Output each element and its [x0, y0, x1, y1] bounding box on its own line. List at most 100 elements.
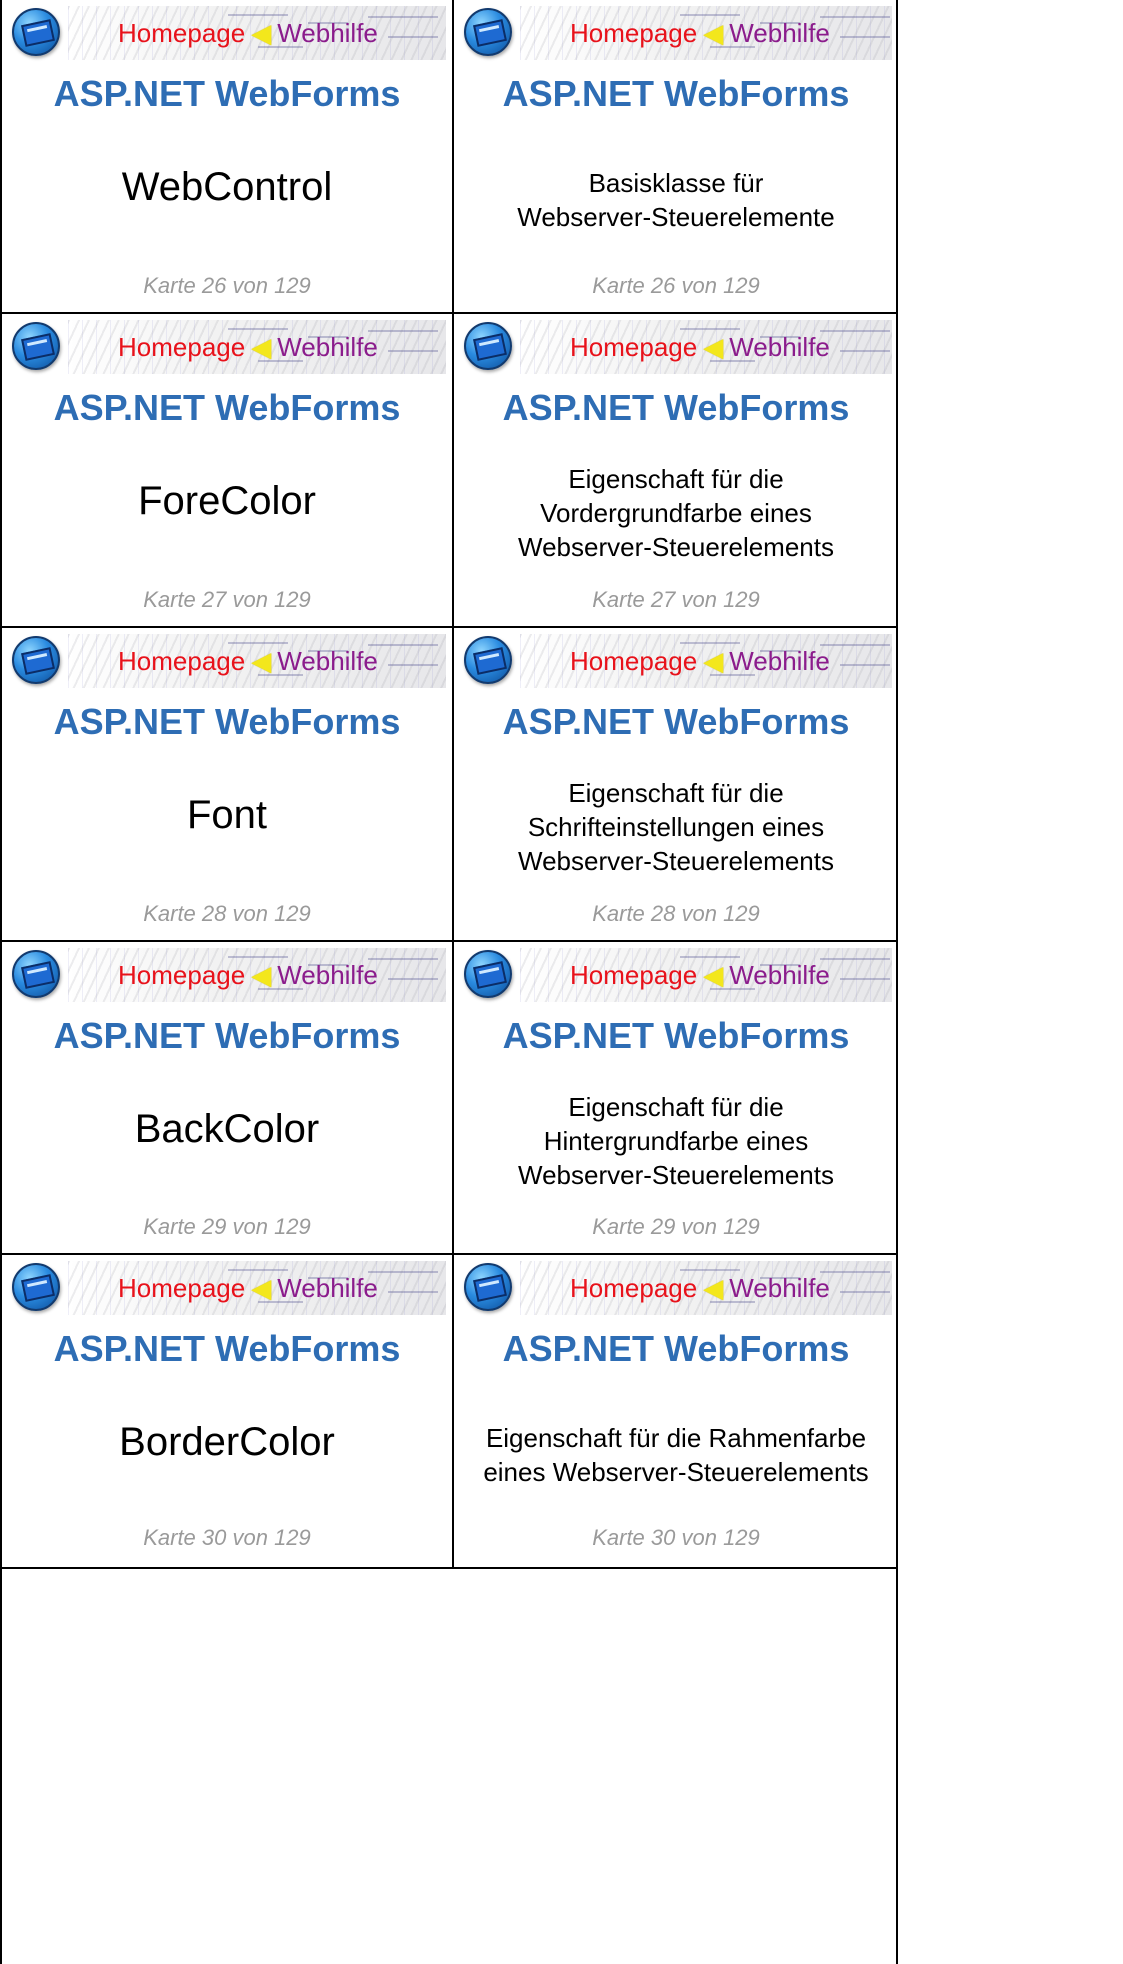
card-term: WebControl: [121, 165, 333, 209]
definition-line: Vordergrundfarbe eines: [540, 498, 812, 528]
yellow-arrow-icon: ◀: [251, 1273, 272, 1303]
card-heading: ASP.NET WebForms: [53, 387, 401, 428]
brand-name: Homepage ◀ Webhilfe: [118, 646, 378, 677]
definition-line: eines Webserver-Steuerelements: [483, 1457, 869, 1487]
brand-webhilfe: Webhilfe: [277, 646, 378, 676]
card-term: ForeColor: [138, 479, 316, 523]
yellow-arrow-icon: ◀: [703, 18, 724, 48]
homepage-webhilfe-logo-icon: [464, 950, 512, 998]
brand-name: Homepage ◀ Webhilfe: [570, 960, 830, 991]
brand-webhilfe: Webhilfe: [729, 1273, 830, 1303]
site-banner: Homepage ◀ Webhilfe: [460, 1259, 892, 1321]
site-banner: Homepage ◀ Webhilfe: [8, 318, 446, 380]
card-heading: ASP.NET WebForms: [502, 701, 850, 742]
definition-line: Hintergrundfarbe eines: [543, 1126, 809, 1156]
yellow-arrow-icon: ◀: [251, 18, 272, 48]
definition-line: Basisklasse für: [588, 168, 764, 198]
brand-webhilfe: Webhilfe: [729, 332, 830, 362]
brand-homepage: Homepage: [118, 1273, 246, 1303]
site-banner: Homepage ◀ Webhilfe: [460, 632, 892, 694]
flashcard-front: Homepage ◀ Webhilfe ASP.NET WebForms WebCo…: [2, 0, 454, 314]
card-counter: Karte 28 von 129: [592, 901, 760, 926]
card-heading: ASP.NET WebForms: [53, 1015, 401, 1056]
card-definition: Eigenschaft für die Schrifteinstellungen …: [464, 776, 888, 878]
brand-homepage: Homepage: [118, 18, 246, 48]
flashcard-back: Homepage ◀ Webhilfe ASP.NET WebForms Basis…: [454, 0, 898, 314]
site-banner: Homepage ◀ Webhilfe: [460, 318, 892, 380]
homepage-webhilfe-logo-icon: [12, 322, 60, 370]
card-term: BorderColor: [119, 1420, 335, 1464]
yellow-arrow-icon: ◀: [703, 1273, 724, 1303]
brand-webhilfe: Webhilfe: [277, 960, 378, 990]
card-heading: ASP.NET WebForms: [53, 701, 401, 742]
card-term: BackColor: [134, 1107, 320, 1151]
brand-homepage: Homepage: [570, 960, 698, 990]
site-banner: Homepage ◀ Webhilfe: [8, 632, 446, 694]
card-counter: Karte 29 von 129: [143, 1214, 311, 1239]
brand-homepage: Homepage: [118, 332, 246, 362]
card-heading: ASP.NET WebForms: [53, 1328, 401, 1369]
definition-line: Webserver-Steuerelements: [518, 532, 834, 562]
yellow-arrow-icon: ◀: [251, 646, 272, 676]
homepage-webhilfe-logo-icon: [464, 1263, 512, 1311]
brand-webhilfe: Webhilfe: [729, 18, 830, 48]
brand-name: Homepage ◀ Webhilfe: [118, 1273, 378, 1304]
card-heading: ASP.NET WebForms: [502, 1328, 850, 1369]
homepage-webhilfe-logo-icon: [464, 8, 512, 56]
card-counter: Karte 27 von 129: [143, 587, 311, 612]
site-banner: Homepage ◀ Webhilfe: [460, 946, 892, 1008]
homepage-webhilfe-logo-icon: [12, 1263, 60, 1311]
yellow-arrow-icon: ◀: [703, 960, 724, 990]
definition-line: Eigenschaft für die Rahmenfarbe: [485, 1423, 867, 1453]
brand-webhilfe: Webhilfe: [729, 646, 830, 676]
brand-name: Homepage ◀ Webhilfe: [570, 646, 830, 677]
card-definition: Eigenschaft für die Vordergrundfarbe eine…: [464, 462, 888, 564]
site-banner: Homepage ◀ Webhilfe: [8, 946, 446, 1008]
flashcard-back: Homepage ◀ Webhilfe ASP.NET WebForms Eigen…: [454, 314, 898, 628]
flashcard-front: Homepage ◀ Webhilfe ASP.NET WebForms Borde…: [2, 1255, 454, 1569]
card-counter: Karte 26 von 129: [143, 273, 311, 298]
card-counter: Karte 26 von 129: [592, 273, 760, 298]
card-heading: ASP.NET WebForms: [53, 73, 401, 114]
yellow-arrow-icon: ◀: [703, 332, 724, 362]
card-heading: ASP.NET WebForms: [502, 73, 850, 114]
card-heading: ASP.NET WebForms: [502, 1015, 850, 1056]
brand-homepage: Homepage: [570, 646, 698, 676]
yellow-arrow-icon: ◀: [251, 960, 272, 990]
homepage-webhilfe-logo-icon: [464, 322, 512, 370]
card-counter: Karte 29 von 129: [592, 1214, 760, 1239]
homepage-webhilfe-logo-icon: [12, 636, 60, 684]
site-banner: Homepage ◀ Webhilfe: [8, 4, 446, 66]
flashcard-back: Homepage ◀ Webhilfe ASP.NET WebForms Eigen…: [454, 1255, 898, 1569]
card-term: Font: [186, 793, 268, 837]
definition-line: Webserver-Steuerelemente: [517, 202, 835, 232]
yellow-arrow-icon: ◀: [251, 332, 272, 362]
flashcard-back: Homepage ◀ Webhilfe ASP.NET WebForms Eigen…: [454, 628, 898, 942]
flashcard-front: Homepage ◀ Webhilfe ASP.NET WebForms Font …: [2, 628, 454, 942]
flashcard-sheet: Homepage ◀ Webhilfe ASP.NET WebForms WebCo…: [0, 0, 898, 1964]
card-counter: Karte 30 von 129: [143, 1525, 311, 1550]
brand-webhilfe: Webhilfe: [277, 1273, 378, 1303]
flashcard-front: Homepage ◀ Webhilfe ASP.NET WebForms BackC…: [2, 942, 454, 1255]
definition-line: Schrifteinstellungen eines: [527, 812, 825, 842]
site-banner: Homepage ◀ Webhilfe: [8, 1259, 446, 1321]
brand-homepage: Homepage: [118, 960, 246, 990]
homepage-webhilfe-logo-icon: [12, 8, 60, 56]
brand-name: Homepage ◀ Webhilfe: [118, 960, 378, 991]
card-definition: Eigenschaft für die Rahmenfarbe eines Web…: [464, 1421, 888, 1489]
brand-webhilfe: Webhilfe: [277, 18, 378, 48]
brand-name: Homepage ◀ Webhilfe: [570, 1273, 830, 1304]
definition-line: Eigenschaft für die: [568, 464, 784, 494]
card-counter: Karte 28 von 129: [143, 901, 311, 926]
card-definition: Basisklasse für Webserver-Steuerelemente: [464, 166, 888, 234]
site-banner: Homepage ◀ Webhilfe: [460, 4, 892, 66]
brand-webhilfe: Webhilfe: [729, 960, 830, 990]
definition-line: Webserver-Steuerelements: [518, 1160, 834, 1190]
definition-line: Webserver-Steuerelements: [518, 846, 834, 876]
flashcard-front: Homepage ◀ Webhilfe ASP.NET WebForms ForeC…: [2, 314, 454, 628]
definition-line: Eigenschaft für die: [568, 1092, 784, 1122]
flashcard-back: Homepage ◀ Webhilfe ASP.NET WebForms Eigen…: [454, 942, 898, 1255]
homepage-webhilfe-logo-icon: [464, 636, 512, 684]
brand-homepage: Homepage: [118, 646, 246, 676]
brand-homepage: Homepage: [570, 332, 698, 362]
